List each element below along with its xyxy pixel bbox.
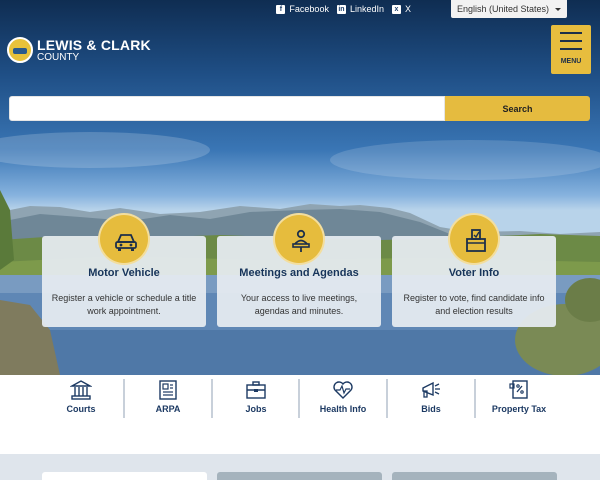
language-value: English (United States) — [457, 4, 550, 14]
quick-link-bids[interactable]: Bids — [388, 380, 474, 420]
menu-button[interactable]: MENU — [551, 25, 591, 74]
ballot-box-icon — [448, 213, 500, 265]
card-description: Register a vehicle or schedule a title w… — [51, 293, 197, 316]
heartbeat-icon — [333, 381, 353, 399]
card-title: Meetings and Agendas — [239, 267, 359, 279]
search-button-label: Search — [502, 103, 533, 114]
car-icon — [98, 213, 150, 265]
bottom-card[interactable] — [42, 472, 207, 480]
language-select[interactable]: English (United States) — [451, 0, 567, 18]
x-link[interactable]: x X — [391, 4, 411, 14]
linkedin-link[interactable]: in LinkedIn — [336, 4, 384, 14]
search-input[interactable] — [9, 96, 445, 121]
document-icon — [159, 380, 177, 400]
chevron-down-icon — [555, 8, 561, 11]
hamburger-icon — [560, 32, 582, 34]
tax-document-icon — [509, 380, 528, 399]
quick-link-label: Courts — [66, 404, 96, 414]
county-seal-icon — [7, 37, 33, 63]
bottom-card[interactable] — [217, 472, 382, 480]
quick-link-label: Bids — [421, 404, 441, 414]
megaphone-icon — [422, 381, 440, 398]
courthouse-icon — [70, 380, 92, 400]
facebook-link[interactable]: f Facebook — [276, 4, 329, 14]
logo-subtitle: COUNTY — [37, 51, 80, 63]
x-label: X — [404, 4, 411, 14]
podium-speaker-icon — [273, 213, 325, 265]
social-links: f Facebook in LinkedIn x X — [276, 0, 445, 18]
quick-link-label: Jobs — [245, 404, 267, 414]
quick-link-label: Health Info — [319, 404, 367, 414]
quick-link-arpa[interactable]: ARPA — [125, 380, 211, 420]
hamburger-bar — [560, 48, 582, 50]
card-description: Register to vote, find candidate info an… — [403, 293, 545, 316]
card-title: Voter Info — [448, 267, 500, 279]
linkedin-icon: in — [336, 4, 346, 14]
quick-link-jobs[interactable]: Jobs — [213, 380, 299, 420]
card-description: Your access to live meetings, agendas an… — [240, 293, 358, 316]
x-twitter-icon: x — [391, 4, 401, 14]
logo-title: LEWIS & CLARK — [37, 36, 151, 53]
menu-label: MENU — [560, 58, 582, 65]
briefcase-icon — [246, 381, 266, 399]
quick-link-label: Property Tax — [491, 404, 547, 414]
facebook-label: Facebook — [289, 4, 329, 14]
quick-link-health-info[interactable]: Health Info — [300, 380, 386, 420]
linkedin-label: LinkedIn — [349, 4, 384, 14]
card-title: Motor Vehicle — [88, 267, 160, 279]
quick-link-courts[interactable]: Courts — [38, 380, 124, 420]
site-logo[interactable]: LEWIS & CLARK COUNTY — [7, 37, 151, 63]
bottom-card[interactable] — [392, 472, 557, 480]
quick-link-label: ARPA — [155, 404, 181, 414]
facebook-icon: f — [276, 4, 286, 14]
search-button[interactable]: Search — [445, 96, 590, 121]
quick-link-property-tax[interactable]: Property Tax — [476, 380, 562, 420]
hamburger-bar — [560, 40, 582, 42]
